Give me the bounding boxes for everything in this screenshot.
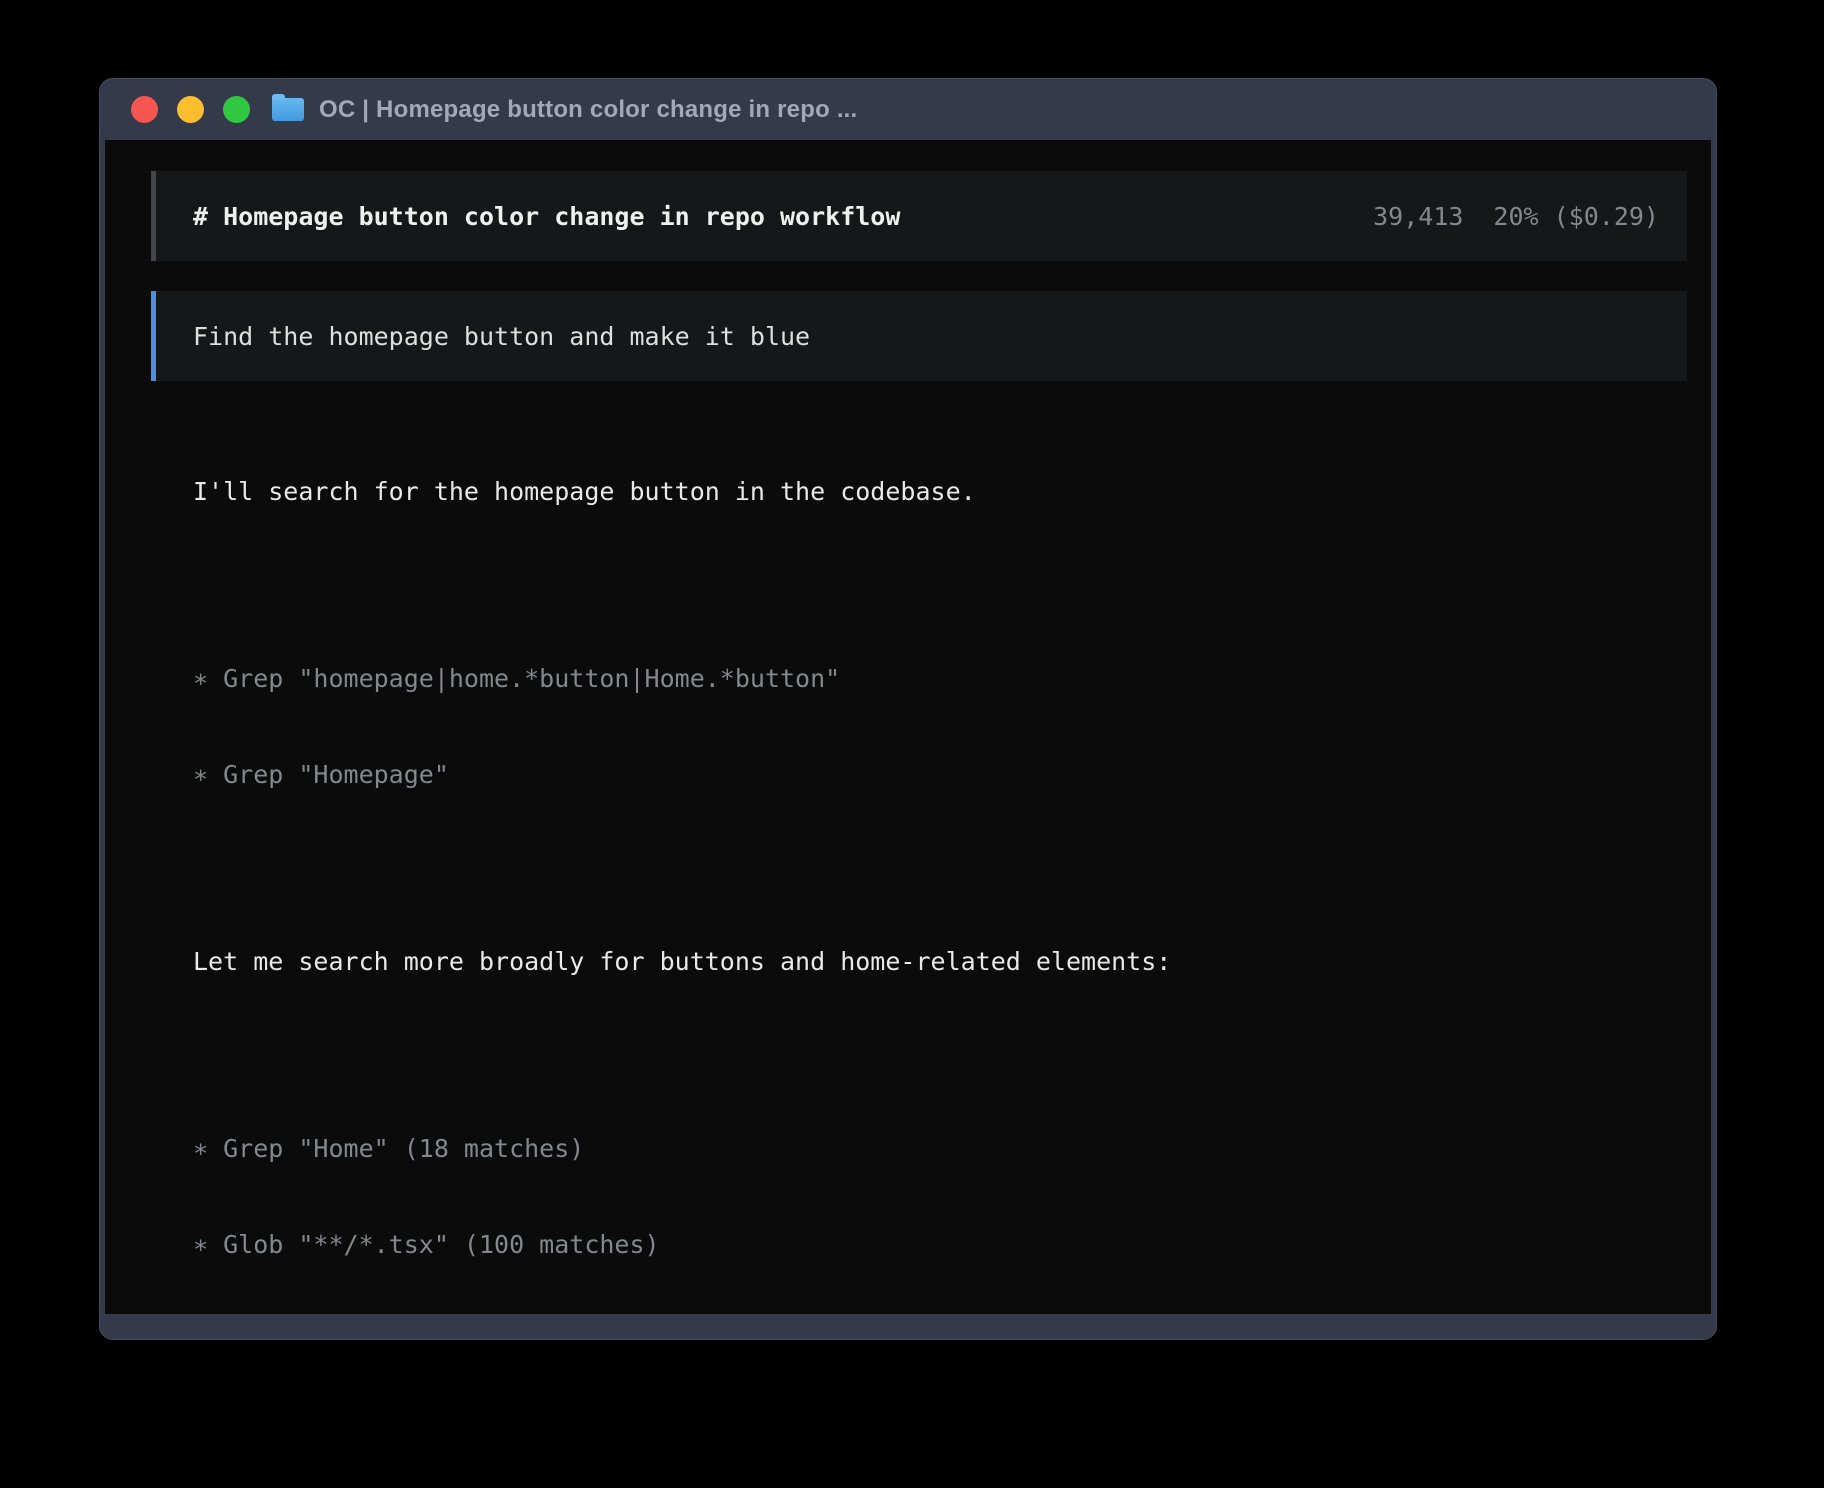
zoom-button[interactable] — [223, 96, 250, 123]
user-message-text: Find the homepage button and make it blu… — [193, 322, 810, 351]
title-bar: OC | Homepage button color change in rep… — [105, 79, 1711, 140]
terminal-content: # Homepage button color change in repo w… — [105, 140, 1711, 1314]
tool-call-line: ∗ Grep "homepage|home.*button|Home.*butt… — [193, 663, 1687, 695]
minimize-button[interactable] — [177, 96, 204, 123]
folder-icon — [272, 98, 304, 121]
session-header: # Homepage button color change in repo w… — [151, 171, 1687, 261]
tool-calls: ∗ Grep "homepage|home.*button|Home.*butt… — [193, 599, 1687, 855]
window-title: OC | Homepage button color change in rep… — [319, 96, 857, 124]
tool-call-line: ∗ Grep "Home" (18 matches) — [193, 1133, 1687, 1165]
token-count: 39,413 — [1373, 202, 1463, 231]
terminal-window: OC | Homepage button color change in rep… — [99, 78, 1717, 1340]
user-message: Find the homepage button and make it blu… — [151, 291, 1687, 381]
assistant-text: Let me search more broadly for buttons a… — [193, 882, 1687, 1042]
session-title: # Homepage button color change in repo w… — [193, 202, 900, 231]
close-button[interactable] — [131, 96, 158, 123]
session-stats: 39,413 20% ($0.29) — [1373, 202, 1659, 231]
tool-calls: ∗ Grep "Home" (18 matches) ∗ Glob "**/*.… — [193, 1069, 1687, 1325]
context-cost: 20% ($0.29) — [1493, 202, 1659, 231]
tool-call-line: ∗ Grep "Homepage" — [193, 759, 1687, 791]
assistant-text: I'll search for the homepage button in t… — [193, 412, 1687, 572]
tool-call-line: ∗ Glob "**/*.tsx" (100 matches) — [193, 1229, 1687, 1261]
assistant-transcript: I'll search for the homepage button in t… — [193, 412, 1687, 1340]
